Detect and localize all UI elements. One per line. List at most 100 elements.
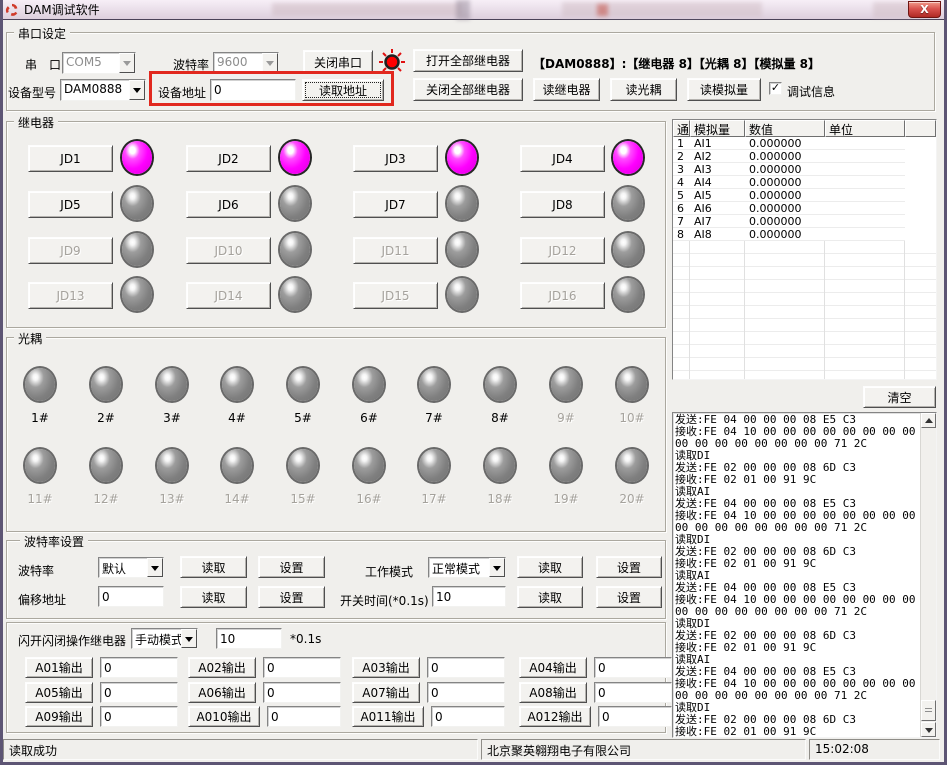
address-input[interactable] bbox=[210, 79, 296, 101]
debug-info-label: 调试信息 bbox=[787, 83, 835, 100]
output-input-a03[interactable] bbox=[427, 657, 505, 678]
read-baud-button[interactable]: 读取 bbox=[180, 556, 247, 578]
debug-log-box[interactable]: 发送:FE 04 00 00 00 08 E5 C3 接收:FE 04 10 0… bbox=[672, 412, 937, 738]
read-switchtime-button[interactable]: 读取 bbox=[517, 586, 583, 608]
cell-value: 0.000000 bbox=[745, 189, 825, 202]
output-button-a06[interactable]: A06输出 bbox=[188, 682, 256, 703]
relay-button-jd3[interactable]: JD3 bbox=[353, 145, 438, 172]
debug-info-checkbox[interactable]: ✓ bbox=[769, 82, 782, 95]
titlebar-artifact bbox=[272, 3, 462, 16]
read-workmode-button[interactable]: 读取 bbox=[517, 556, 583, 578]
relay-button-jd12: JD12 bbox=[520, 237, 605, 264]
clear-log-button[interactable]: 清空 bbox=[863, 386, 936, 408]
cell-unit bbox=[825, 215, 905, 228]
set-switchtime-button[interactable]: 设置 bbox=[596, 586, 662, 608]
output-input-a09[interactable] bbox=[100, 706, 178, 727]
output-input-a07[interactable] bbox=[427, 682, 505, 703]
opto-led-19 bbox=[551, 449, 581, 482]
opto-led-14 bbox=[222, 449, 252, 482]
output-input-a08[interactable] bbox=[594, 682, 672, 703]
read-opto-button[interactable]: 读光耦 bbox=[610, 78, 677, 101]
cell-channel: 6 bbox=[673, 202, 690, 215]
set-baud-button[interactable]: 设置 bbox=[258, 556, 325, 578]
read-analog-button[interactable]: 读模拟量 bbox=[687, 78, 761, 101]
relay-button-jd6[interactable]: JD6 bbox=[186, 191, 271, 218]
relay-button-jd1[interactable]: JD1 bbox=[28, 145, 113, 172]
output-button-a01[interactable]: A01输出 bbox=[25, 657, 93, 678]
read-offset-button[interactable]: 读取 bbox=[180, 586, 247, 608]
relay-button-jd14: JD14 bbox=[186, 282, 271, 309]
scrollbar-thumb[interactable] bbox=[921, 700, 936, 721]
opto-led-15 bbox=[288, 449, 318, 482]
log-scrollbar[interactable] bbox=[920, 413, 936, 737]
scroll-down-icon[interactable] bbox=[921, 722, 936, 737]
relay-led-jd1 bbox=[122, 141, 152, 174]
col-header-unit[interactable]: 单位 bbox=[825, 120, 905, 137]
port-combo: COM5 bbox=[62, 52, 136, 74]
output-button-a09[interactable]: A09输出 bbox=[25, 706, 93, 727]
output-input-a06[interactable] bbox=[263, 682, 341, 703]
baud-label: 波特率 bbox=[173, 56, 209, 73]
relay-button-jd4[interactable]: JD4 bbox=[520, 145, 605, 172]
table-row: 1AI10.000000 bbox=[673, 137, 936, 150]
output-button-a012[interactable]: A012输出 bbox=[519, 706, 591, 727]
model-combo[interactable]: DAM0888 bbox=[60, 79, 146, 101]
output-input-a05[interactable] bbox=[100, 682, 178, 703]
set-offset-button[interactable]: 设置 bbox=[258, 586, 325, 608]
relay-button-jd7[interactable]: JD7 bbox=[353, 191, 438, 218]
flash-mode-combo[interactable]: 手动模式 bbox=[131, 628, 198, 649]
workmode-label: 工作模式 bbox=[365, 563, 413, 580]
output-button-a05[interactable]: A05输出 bbox=[25, 682, 93, 703]
relay-led-jd5 bbox=[122, 187, 152, 220]
output-button-a08[interactable]: A08输出 bbox=[519, 682, 587, 703]
output-input-a012[interactable] bbox=[598, 706, 672, 727]
open-all-relays-button[interactable]: 打开全部继电器 bbox=[413, 49, 523, 72]
port-combo-value: COM5 bbox=[63, 53, 119, 73]
opto-label-3: 3# bbox=[157, 411, 187, 425]
relay-button-jd15: JD15 bbox=[353, 282, 438, 309]
output-button-a04[interactable]: A04输出 bbox=[519, 657, 587, 678]
relay-button-jd2[interactable]: JD2 bbox=[186, 145, 271, 172]
read-relay-button[interactable]: 读继电器 bbox=[533, 78, 600, 101]
workmode-combo[interactable]: 正常模式 bbox=[428, 557, 506, 578]
status-message: 读取成功 bbox=[3, 739, 478, 760]
table-row: 6AI60.000000 bbox=[673, 202, 936, 215]
flash-time-input[interactable] bbox=[216, 628, 282, 649]
col-header-extra[interactable] bbox=[905, 120, 936, 137]
output-button-a011[interactable]: A011输出 bbox=[352, 706, 424, 727]
cell-value: 0.000000 bbox=[745, 202, 825, 215]
output-input-a010[interactable] bbox=[267, 706, 341, 727]
output-input-a01[interactable] bbox=[100, 657, 178, 678]
opto-led-20 bbox=[617, 449, 647, 482]
output-button-a02[interactable]: A02输出 bbox=[188, 657, 256, 678]
col-header-analog[interactable]: 模拟量 bbox=[690, 120, 745, 137]
output-button-a07[interactable]: A07输出 bbox=[352, 682, 420, 703]
set-workmode-button[interactable]: 设置 bbox=[596, 556, 662, 578]
output-input-a04[interactable] bbox=[594, 657, 672, 678]
relay-button-jd11: JD11 bbox=[353, 237, 438, 264]
cell-unit bbox=[825, 189, 905, 202]
scroll-up-icon[interactable] bbox=[921, 413, 936, 428]
output-input-a011[interactable] bbox=[431, 706, 505, 727]
relay-button-jd5[interactable]: JD5 bbox=[28, 191, 113, 218]
output-button-a03[interactable]: A03输出 bbox=[352, 657, 420, 678]
offset-input[interactable] bbox=[98, 586, 164, 607]
switch-time-input[interactable] bbox=[432, 586, 506, 607]
output-button-a010[interactable]: A010输出 bbox=[188, 706, 260, 727]
output-input-a02[interactable] bbox=[263, 657, 341, 678]
close-icon: X bbox=[920, 3, 928, 16]
chevron-down-icon bbox=[119, 53, 135, 73]
read-address-button[interactable]: 读取地址 bbox=[302, 79, 384, 101]
col-header-value[interactable]: 数值 bbox=[745, 120, 825, 137]
relay-led-jd7 bbox=[447, 187, 477, 220]
baud-setting-combo[interactable]: 默认 bbox=[98, 557, 164, 578]
relay-led-jd6 bbox=[280, 187, 310, 220]
title-bar[interactable]: DAM调试软件 X bbox=[0, 0, 947, 20]
close-serial-button[interactable]: 关闭串口 bbox=[303, 50, 373, 74]
col-header-channel[interactable]: 通 bbox=[673, 120, 690, 137]
relay-button-jd8[interactable]: JD8 bbox=[520, 191, 605, 218]
close-all-relays-button[interactable]: 关闭全部继电器 bbox=[413, 78, 523, 101]
close-button[interactable]: X bbox=[908, 1, 941, 18]
cell-channel: 1 bbox=[673, 137, 690, 150]
relay-led-jd11 bbox=[447, 233, 477, 266]
